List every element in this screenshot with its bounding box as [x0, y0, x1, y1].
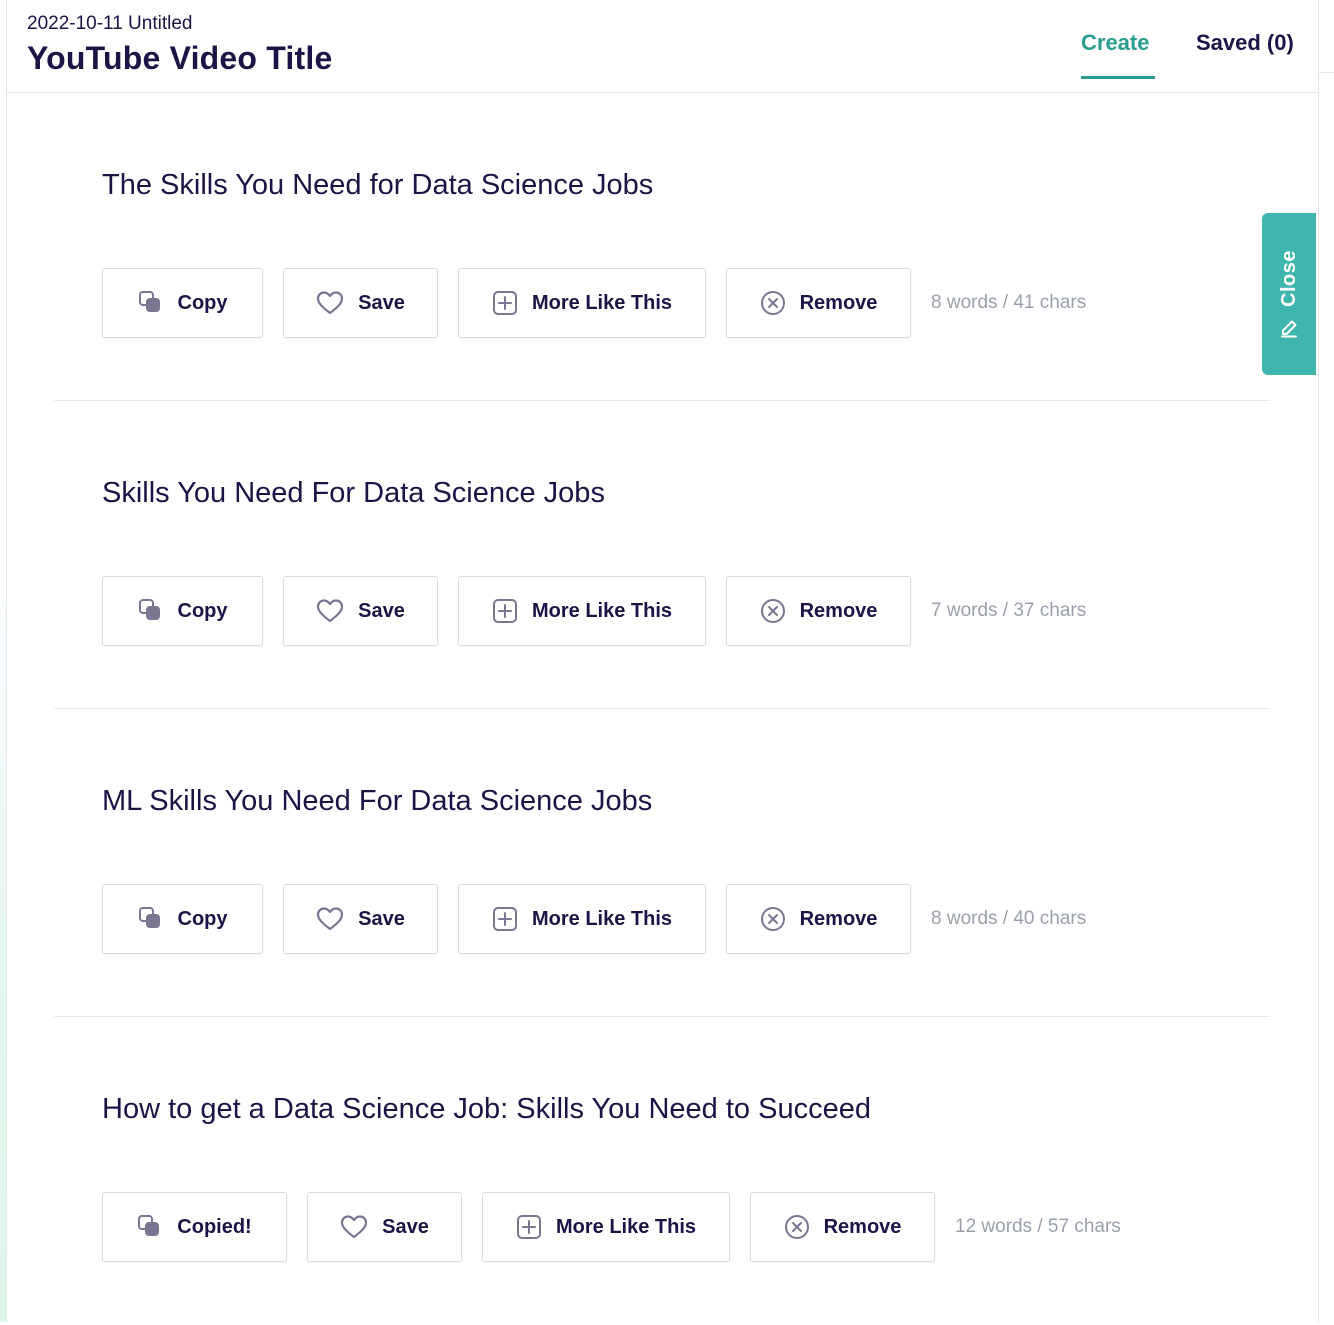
copy-button[interactable]: Copy: [102, 268, 263, 338]
copy-icon: [138, 1215, 160, 1236]
result-actions: Copy Save More Like This: [102, 576, 1086, 646]
copy-button[interactable]: Copy: [102, 576, 263, 646]
document-name: 2022-10-11 Untitled: [27, 13, 193, 34]
copy-button-label: Copied!: [177, 1215, 252, 1238]
copy-button[interactable]: Copied!: [102, 1192, 287, 1262]
save-button-label: Save: [382, 1215, 429, 1238]
result-item: ML Skills You Need For Data Science Jobs…: [54, 709, 1270, 1017]
save-button-label: Save: [358, 599, 405, 622]
save-button[interactable]: Save: [283, 268, 438, 338]
close-circle-icon: [760, 599, 785, 623]
save-button[interactable]: Save: [307, 1192, 462, 1262]
more-like-this-label: More Like This: [555, 1215, 697, 1238]
remove-button[interactable]: Remove: [726, 884, 911, 954]
more-like-this-button[interactable]: More Like This: [458, 268, 706, 338]
plus-square-icon: [492, 907, 517, 931]
word-char-count: 8 words / 40 chars: [931, 908, 1087, 929]
more-like-this-label: More Like This: [531, 291, 673, 314]
heart-icon: [317, 599, 344, 623]
copy-button-label: Copy: [177, 599, 228, 622]
result-title: Skills You Need For Data Science Jobs: [102, 477, 605, 509]
word-char-count: 7 words / 37 chars: [931, 600, 1087, 621]
more-like-this-button[interactable]: More Like This: [482, 1192, 730, 1262]
close-circle-icon: [760, 907, 785, 931]
more-like-this-label: More Like This: [531, 907, 673, 930]
results-panel: 2022-10-11 Untitled YouTube Video Title …: [7, 0, 1319, 1322]
plus-square-icon: [492, 291, 517, 315]
word-char-count: 12 words / 57 chars: [955, 1216, 1121, 1237]
save-button-label: Save: [358, 907, 405, 930]
result-title: The Skills You Need for Data Science Job…: [102, 169, 654, 201]
plus-square-icon: [516, 1215, 541, 1239]
heart-icon: [317, 291, 344, 315]
save-button[interactable]: Save: [283, 576, 438, 646]
left-edge-strip: [0, 0, 7, 1322]
copy-button-label: Copy: [177, 907, 228, 930]
copy-button-label: Copy: [177, 291, 228, 314]
remove-button-label: Remove: [799, 291, 878, 314]
tab-create[interactable]: Create: [1081, 30, 1155, 79]
panel-header: 2022-10-11 Untitled YouTube Video Title …: [7, 0, 1319, 93]
heart-icon: [341, 1215, 368, 1239]
remove-button[interactable]: Remove: [726, 268, 911, 338]
save-button-label: Save: [358, 291, 405, 314]
remove-button[interactable]: Remove: [750, 1192, 935, 1262]
divider: [1319, 72, 1334, 73]
more-like-this-button[interactable]: More Like This: [458, 576, 706, 646]
results-list: The Skills You Need for Data Science Job…: [54, 93, 1270, 1325]
result-item: How to get a Data Science Job: Skills Yo…: [54, 1017, 1270, 1325]
close-circle-icon: [760, 291, 785, 315]
word-char-count: 8 words / 41 chars: [931, 292, 1087, 313]
more-like-this-label: More Like This: [531, 599, 673, 622]
close-side-tab[interactable]: Close: [1262, 213, 1316, 375]
result-actions: Copy Save More Like This: [102, 884, 1086, 954]
result-item: Skills You Need For Data Science Jobs Co…: [54, 401, 1270, 709]
remove-button-label: Remove: [799, 907, 878, 930]
copy-icon: [138, 291, 160, 312]
result-title: How to get a Data Science Job: Skills Yo…: [102, 1093, 871, 1125]
save-button[interactable]: Save: [283, 884, 438, 954]
result-actions: Copy Save More Like This: [102, 268, 1086, 338]
pencil-icon: [1281, 320, 1297, 338]
copy-icon: [138, 907, 160, 928]
remove-button-label: Remove: [823, 1215, 902, 1238]
document-title: YouTube Video Title: [27, 40, 333, 76]
tab-saved[interactable]: Saved (0): [1196, 30, 1294, 56]
result-actions: Copied! Save More Like This Remove 12 wo…: [102, 1192, 1121, 1262]
remove-button[interactable]: Remove: [726, 576, 911, 646]
result-title: ML Skills You Need For Data Science Jobs: [102, 785, 653, 817]
close-circle-icon: [784, 1215, 809, 1239]
plus-square-icon: [492, 599, 517, 623]
remove-button-label: Remove: [799, 599, 878, 622]
more-like-this-button[interactable]: More Like This: [458, 884, 706, 954]
copy-icon: [138, 599, 160, 620]
right-edge-strip: [1319, 0, 1334, 1322]
close-side-tab-label: Close: [1277, 249, 1300, 307]
copy-button[interactable]: Copy: [102, 884, 263, 954]
result-item: The Skills You Need for Data Science Job…: [54, 93, 1270, 401]
heart-icon: [317, 907, 344, 931]
